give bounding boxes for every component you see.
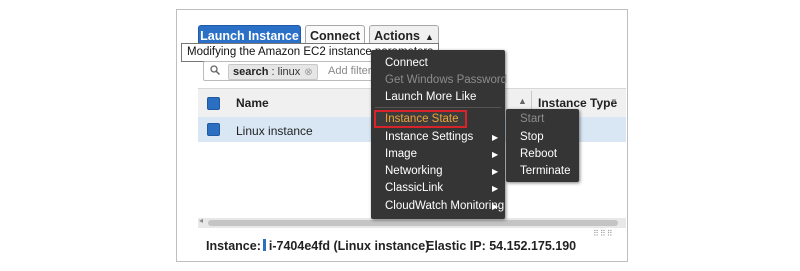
menu-item-image[interactable]: Image	[385, 148, 417, 160]
eip-value: 54.152.175.190	[489, 239, 577, 253]
resize-grip-icon[interactable]: ⠿⠿⠿	[593, 229, 614, 238]
eip-label: Elastic IP:	[426, 239, 486, 253]
row-checkbox[interactable]	[207, 123, 220, 136]
scroll-left-icon[interactable]: ◂	[199, 216, 203, 225]
menu-item-connect[interactable]: Connect	[385, 57, 428, 69]
submenu-item-stop[interactable]: Stop	[520, 131, 544, 143]
instance-footer: Instance: i-7404e4fd (Linux instance) Ela…	[206, 239, 576, 253]
column-header-instance-type[interactable]: Instance Type	[538, 96, 617, 110]
sort-icon[interactable]: ▼	[610, 97, 618, 106]
select-all-checkbox[interactable]	[207, 97, 220, 110]
scrollbar-thumb[interactable]	[208, 220, 618, 226]
chevron-up-icon: ▲	[424, 32, 434, 42]
menu-item-launch-more-like[interactable]: Launch More Like	[385, 91, 476, 103]
token-sep: :	[271, 66, 275, 78]
search-icon	[210, 65, 220, 75]
actions-label: Actions	[374, 29, 420, 43]
menu-item-instance-state[interactable]: Instance State	[385, 113, 459, 125]
instance-label: Instance:	[206, 239, 261, 253]
submenu-item-reboot[interactable]: Reboot	[520, 148, 557, 160]
submenu-item-terminate[interactable]: Terminate	[520, 165, 571, 177]
token-key: search	[233, 66, 269, 78]
column-header-name[interactable]: Name	[236, 96, 269, 110]
sort-icon[interactable]: ▲	[518, 96, 527, 106]
submenu-arrow-icon: ▶	[492, 202, 499, 211]
search-token[interactable]: search : linux ⊗	[228, 64, 318, 80]
menu-item-instance-settings[interactable]: Instance Settings	[385, 131, 473, 143]
search-bar[interactable]: search : linux ⊗ Add filter	[203, 61, 373, 81]
submenu-arrow-icon: ▶	[492, 184, 499, 193]
menu-item-classiclink[interactable]: ClassicLink	[385, 182, 443, 194]
submenu-arrow-icon: ▶	[492, 167, 499, 176]
menu-item-cloudwatch-monitoring[interactable]: CloudWatch Monitoring	[385, 200, 504, 212]
filter-input[interactable]: Add filter	[328, 65, 371, 77]
submenu-item-start: Start	[520, 113, 545, 125]
column-divider	[531, 91, 532, 111]
submenu-arrow-icon: ▶	[492, 150, 499, 159]
menu-item-get-windows-password: Get Windows Password	[385, 74, 508, 86]
token-value: linux	[277, 66, 301, 78]
instance-status-marker	[262, 239, 266, 251]
menu-item-networking[interactable]: Networking	[385, 165, 443, 177]
instance-value: i-7404e4fd (Linux instance)	[268, 239, 430, 253]
remove-token-icon[interactable]: ⊗	[304, 66, 312, 80]
submenu-arrow-icon: ▶	[492, 133, 499, 142]
menu-divider	[375, 107, 501, 108]
instance-name-cell: Linux instance	[236, 124, 313, 138]
